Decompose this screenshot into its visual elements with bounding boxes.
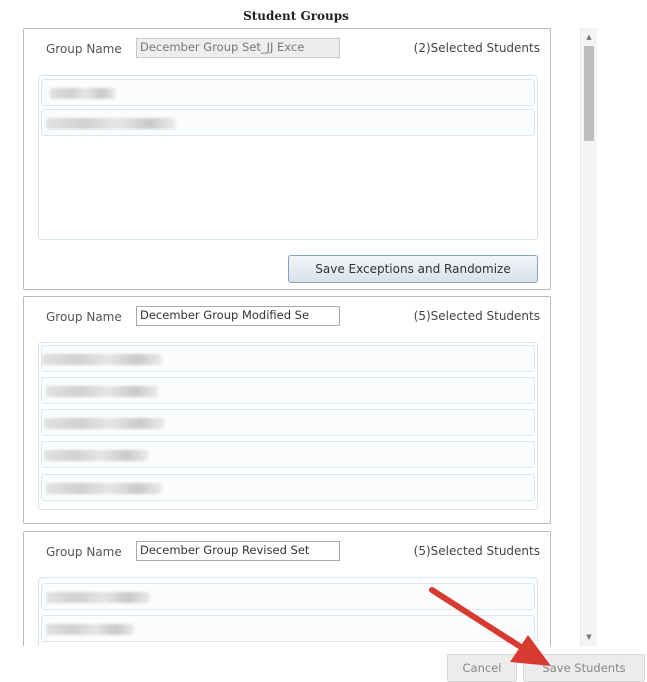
student-row[interactable] (41, 409, 535, 436)
blurred-student-name (46, 624, 134, 635)
group-panel-2: Group Name December Group Modified Se (5… (23, 296, 551, 524)
student-row[interactable] (41, 441, 535, 468)
groups-scroll-region: Group Name December Group Set_JJ Exce (2… (23, 28, 598, 646)
vertical-scrollbar[interactable]: ▲ ▼ (580, 28, 597, 646)
group-name-label: Group Name (46, 545, 122, 559)
group-name-label: Group Name (46, 42, 122, 56)
group-panel-3: Group Name December Group Revised Set (5… (23, 531, 551, 646)
blurred-student-name (46, 483, 162, 494)
student-row[interactable] (41, 377, 535, 404)
student-list (38, 75, 538, 240)
save-students-button[interactable]: Save Students (523, 654, 645, 682)
blurred-student-name (46, 592, 150, 603)
group-name-input[interactable]: December Group Revised Set (136, 541, 340, 561)
selected-students-count: (5)Selected Students (413, 309, 540, 323)
dialog-title: Student Groups (243, 9, 349, 23)
scroll-down-arrow-icon[interactable]: ▼ (581, 630, 597, 644)
scroll-thumb[interactable] (584, 46, 594, 141)
student-row[interactable] (41, 583, 535, 610)
group-header: Group Name December Group Modified Se (5… (24, 297, 550, 333)
save-exceptions-randomize-button[interactable]: Save Exceptions and Randomize (288, 255, 538, 283)
scroll-up-arrow-icon[interactable]: ▲ (581, 30, 597, 44)
blurred-student-name (50, 88, 115, 99)
blurred-student-name (44, 450, 148, 461)
student-list (38, 577, 538, 646)
student-row[interactable] (41, 109, 535, 136)
student-row[interactable] (41, 345, 535, 372)
student-row[interactable] (41, 474, 535, 501)
student-list (38, 342, 538, 510)
selected-students-count: (2)Selected Students (413, 41, 540, 55)
selected-students-count: (5)Selected Students (413, 544, 540, 558)
group-name-label: Group Name (46, 310, 122, 324)
group-panel-1: Group Name December Group Set_JJ Exce (2… (23, 28, 551, 290)
student-row[interactable] (41, 79, 535, 106)
group-name-input[interactable]: December Group Set_JJ Exce (136, 38, 340, 58)
blurred-student-name (44, 418, 164, 429)
cancel-button[interactable]: Cancel (447, 654, 517, 682)
blurred-student-name (46, 386, 158, 397)
blurred-student-name (46, 118, 176, 129)
group-name-input[interactable]: December Group Modified Se (136, 306, 340, 326)
student-row[interactable] (41, 615, 535, 642)
group-header: Group Name December Group Revised Set (5… (24, 532, 550, 568)
group-header: Group Name December Group Set_JJ Exce (2… (24, 29, 550, 65)
blurred-student-name (42, 354, 162, 365)
